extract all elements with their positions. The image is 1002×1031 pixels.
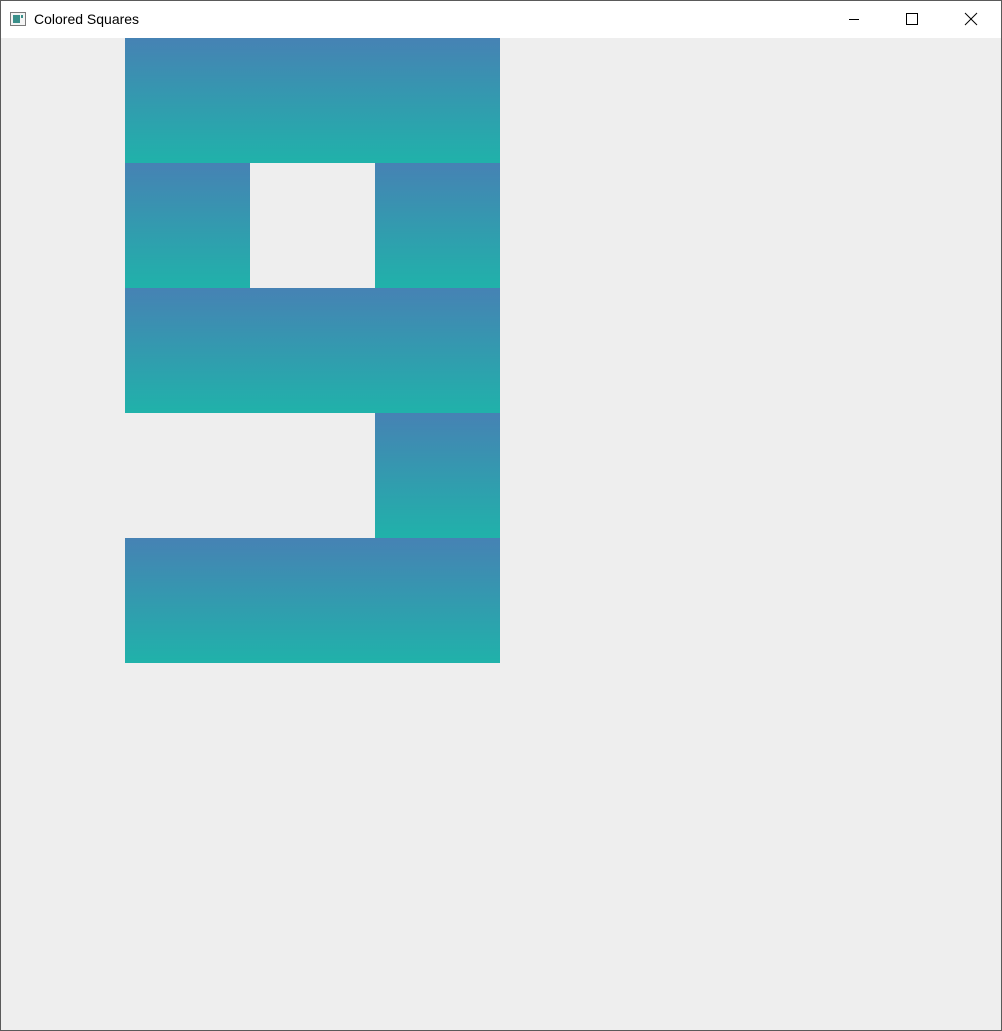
- close-button[interactable]: [941, 1, 1001, 38]
- colored-square: [375, 163, 500, 288]
- minimize-icon: [849, 19, 859, 20]
- colored-square: [375, 413, 500, 538]
- maximize-button[interactable]: [883, 1, 941, 38]
- colored-square: [375, 38, 500, 163]
- title-bar[interactable]: Colored Squares: [1, 1, 1001, 38]
- colored-square: [250, 288, 375, 413]
- maximize-icon: [906, 13, 918, 25]
- colored-square: [375, 538, 500, 663]
- minimize-button[interactable]: [825, 1, 883, 38]
- colored-square: [125, 288, 250, 413]
- colored-square: [125, 38, 250, 163]
- app-icon: [10, 12, 26, 26]
- close-icon: [964, 12, 978, 26]
- window-title: Colored Squares: [34, 11, 140, 27]
- colored-square: [250, 538, 375, 663]
- squares-canvas: [1, 38, 1001, 1030]
- colored-square: [375, 288, 500, 413]
- colored-square: [125, 163, 250, 288]
- app-window: Colored Squares: [0, 0, 1002, 1031]
- colored-square: [250, 38, 375, 163]
- colored-square: [125, 538, 250, 663]
